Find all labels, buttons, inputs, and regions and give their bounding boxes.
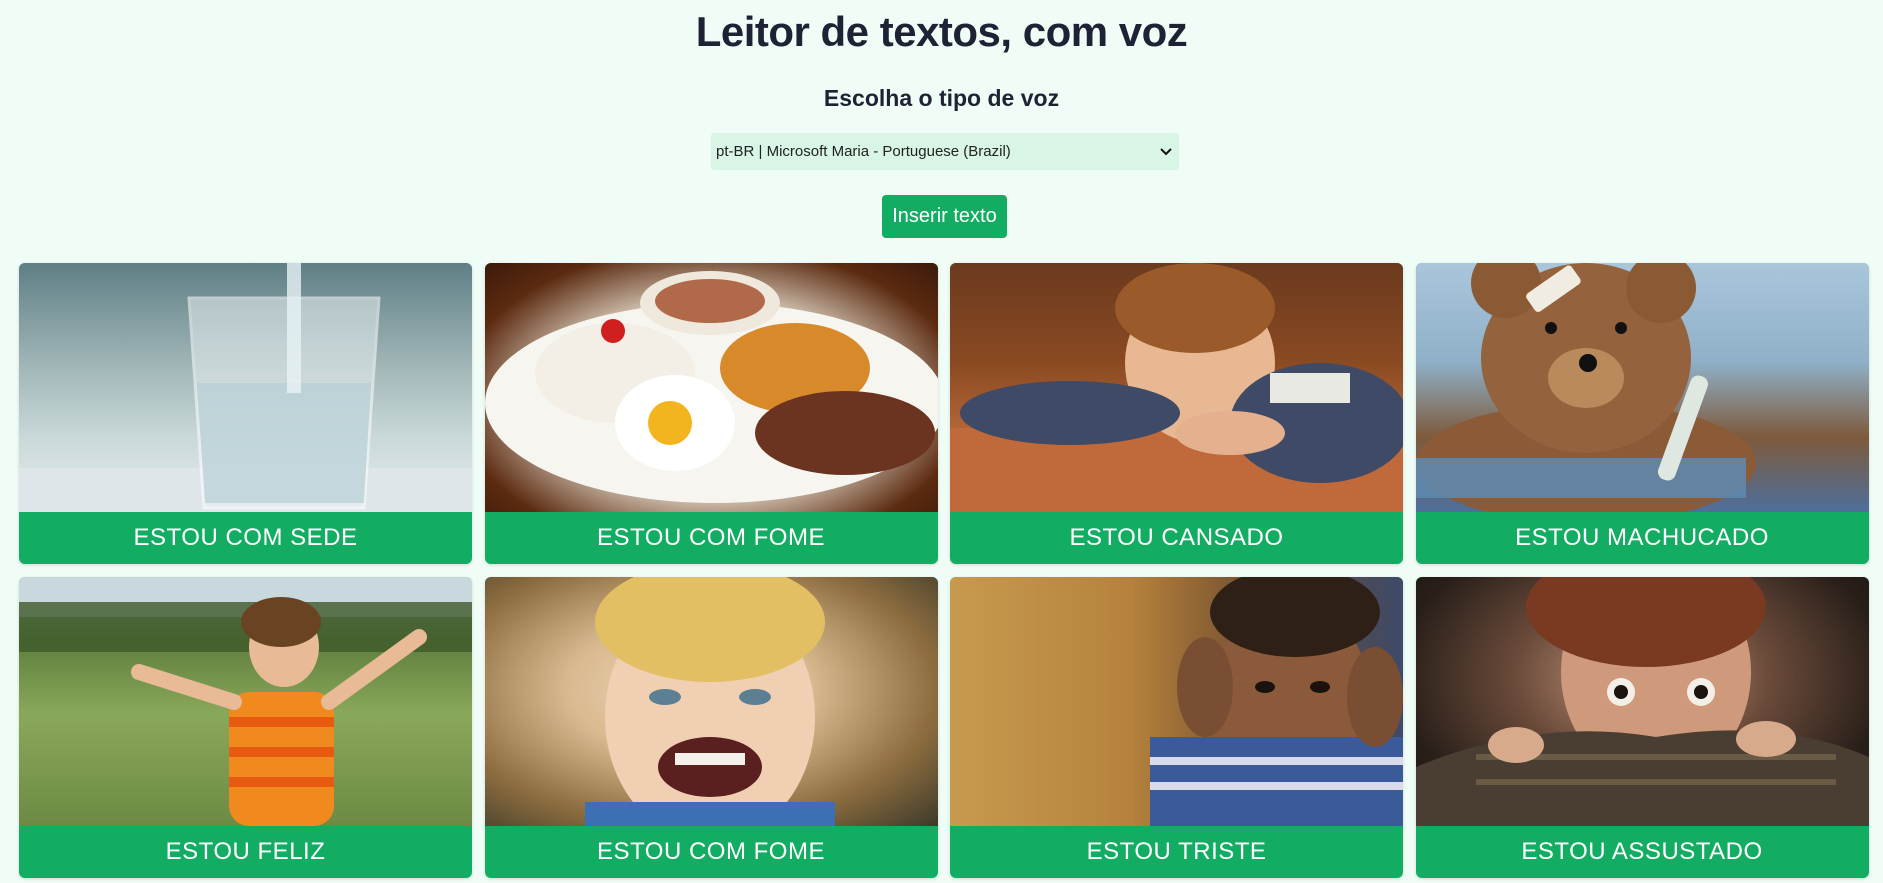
sad-child-image <box>950 577 1403 826</box>
phrase-card-grid: ESTOU COM SEDE ESTOU COM FOME ESTOU CANS… <box>19 263 1869 878</box>
voice-type-heading: Escolha o tipo de voz <box>823 85 1060 111</box>
phrase-card-happy[interactable]: ESTOU FELIZ <box>19 577 472 878</box>
phrase-card-label: ESTOU COM SEDE <box>133 524 358 551</box>
insert-text-button[interactable]: Inserir texto <box>882 195 1007 238</box>
phrase-card-label: ESTOU FELIZ <box>165 838 326 865</box>
glass-of-water-image <box>19 263 472 512</box>
scared-child-image <box>1415 577 1869 826</box>
chevron-down-icon <box>1159 145 1173 159</box>
phrase-card-hurt[interactable]: ESTOU MACHUCADO <box>1415 263 1869 564</box>
sleeping-child-image <box>950 263 1403 512</box>
phrase-card-sad[interactable]: ESTOU TRISTE <box>950 577 1403 878</box>
phrase-card-label: ESTOU COM FOME <box>597 838 825 865</box>
plate-of-food-image <box>484 263 938 512</box>
injured-teddy-bear-image <box>1415 263 1869 512</box>
voice-select-value: pt-BR | Microsoft Maria - Portuguese (Br… <box>716 143 1011 160</box>
phrase-card-hungry-2[interactable]: ESTOU COM FOME <box>484 577 938 878</box>
page-title: Leitor de textos, com voz <box>695 8 1188 55</box>
angry-child-image <box>484 577 938 826</box>
voice-select[interactable]: pt-BR | Microsoft Maria - Portuguese (Br… <box>711 133 1179 170</box>
phrase-card-thirsty[interactable]: ESTOU COM SEDE <box>19 263 472 564</box>
phrase-card-label: ESTOU TRISTE <box>1086 838 1267 865</box>
phrase-card-label: ESTOU COM FOME <box>597 524 825 551</box>
happy-child-in-field-image <box>19 577 472 826</box>
phrase-card-label: ESTOU MACHUCADO <box>1515 524 1769 551</box>
phrase-card-label: ESTOU CANSADO <box>1069 524 1284 551</box>
phrase-card-scared[interactable]: ESTOU ASSUSTADO <box>1415 577 1869 878</box>
phrase-card-label: ESTOU ASSUSTADO <box>1521 838 1763 865</box>
phrase-card-tired[interactable]: ESTOU CANSADO <box>950 263 1403 564</box>
phrase-card-hungry[interactable]: ESTOU COM FOME <box>484 263 938 564</box>
